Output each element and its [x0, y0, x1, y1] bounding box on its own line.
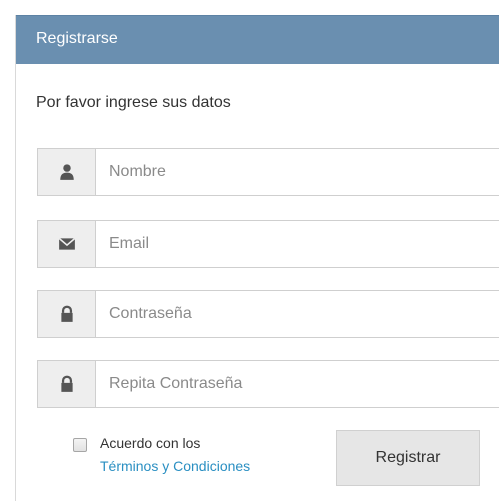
- lock-icon: [38, 361, 96, 407]
- password-input[interactable]: [97, 291, 499, 337]
- email-field-group: [37, 220, 499, 268]
- password-field-group: [37, 290, 499, 338]
- user-icon: [38, 149, 96, 195]
- name-input[interactable]: [97, 149, 499, 195]
- lock-icon: [38, 291, 96, 337]
- name-field-group: [37, 148, 499, 196]
- form-intro-text: Por favor ingrese sus datos: [36, 94, 231, 111]
- panel-title: Registrarse: [36, 30, 118, 47]
- envelope-icon: [38, 221, 96, 267]
- repeat-password-input[interactable]: [97, 361, 499, 407]
- email-input[interactable]: [97, 221, 499, 267]
- registration-panel: Registrarse Por favor ingrese sus datos …: [15, 15, 499, 501]
- panel-header: Registrarse: [16, 15, 499, 64]
- register-button[interactable]: Registrar: [336, 430, 480, 486]
- repeat-password-field-group: [37, 360, 499, 408]
- terms-link[interactable]: Términos y Condiciones: [100, 458, 250, 474]
- terms-checkbox[interactable]: [73, 438, 87, 452]
- agreement-label: Acuerdo con los: [100, 435, 201, 451]
